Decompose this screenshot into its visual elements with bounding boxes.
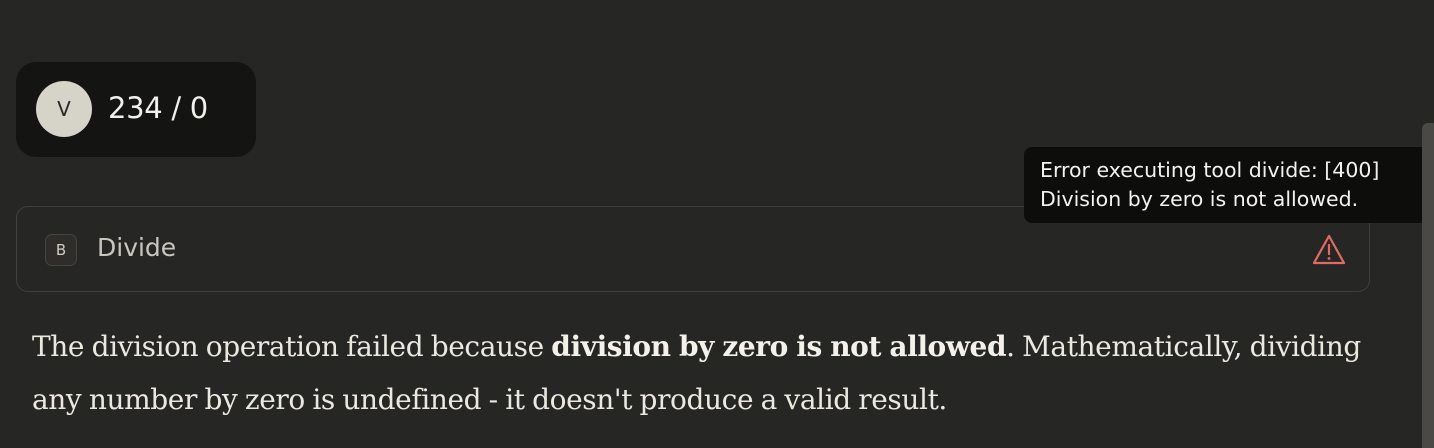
error-tooltip: Error executing tool divide: [400] Divis…: [1024, 147, 1434, 223]
tool-name: Divide: [97, 233, 177, 262]
tool-badge: B: [45, 234, 77, 266]
tooltip-line-2: Division by zero is not allowed.: [1040, 187, 1359, 211]
user-message-bubble: V 234 / 0: [16, 62, 256, 157]
response-bold-text: division by zero is not allowed: [551, 330, 1007, 363]
assistant-response: The division operation failed because di…: [32, 320, 1402, 426]
user-message-text: 234 / 0: [108, 91, 208, 125]
response-text-start: The division operation failed because: [32, 330, 552, 363]
tooltip-line-1: Error executing tool divide: [400]: [1040, 158, 1380, 182]
user-avatar[interactable]: V: [36, 81, 92, 137]
warning-triangle-icon[interactable]: [1311, 233, 1347, 267]
scrollbar-thumb[interactable]: [1422, 123, 1434, 448]
chat-page: V 234 / 0 B Divide Error executing tool …: [0, 0, 1434, 448]
